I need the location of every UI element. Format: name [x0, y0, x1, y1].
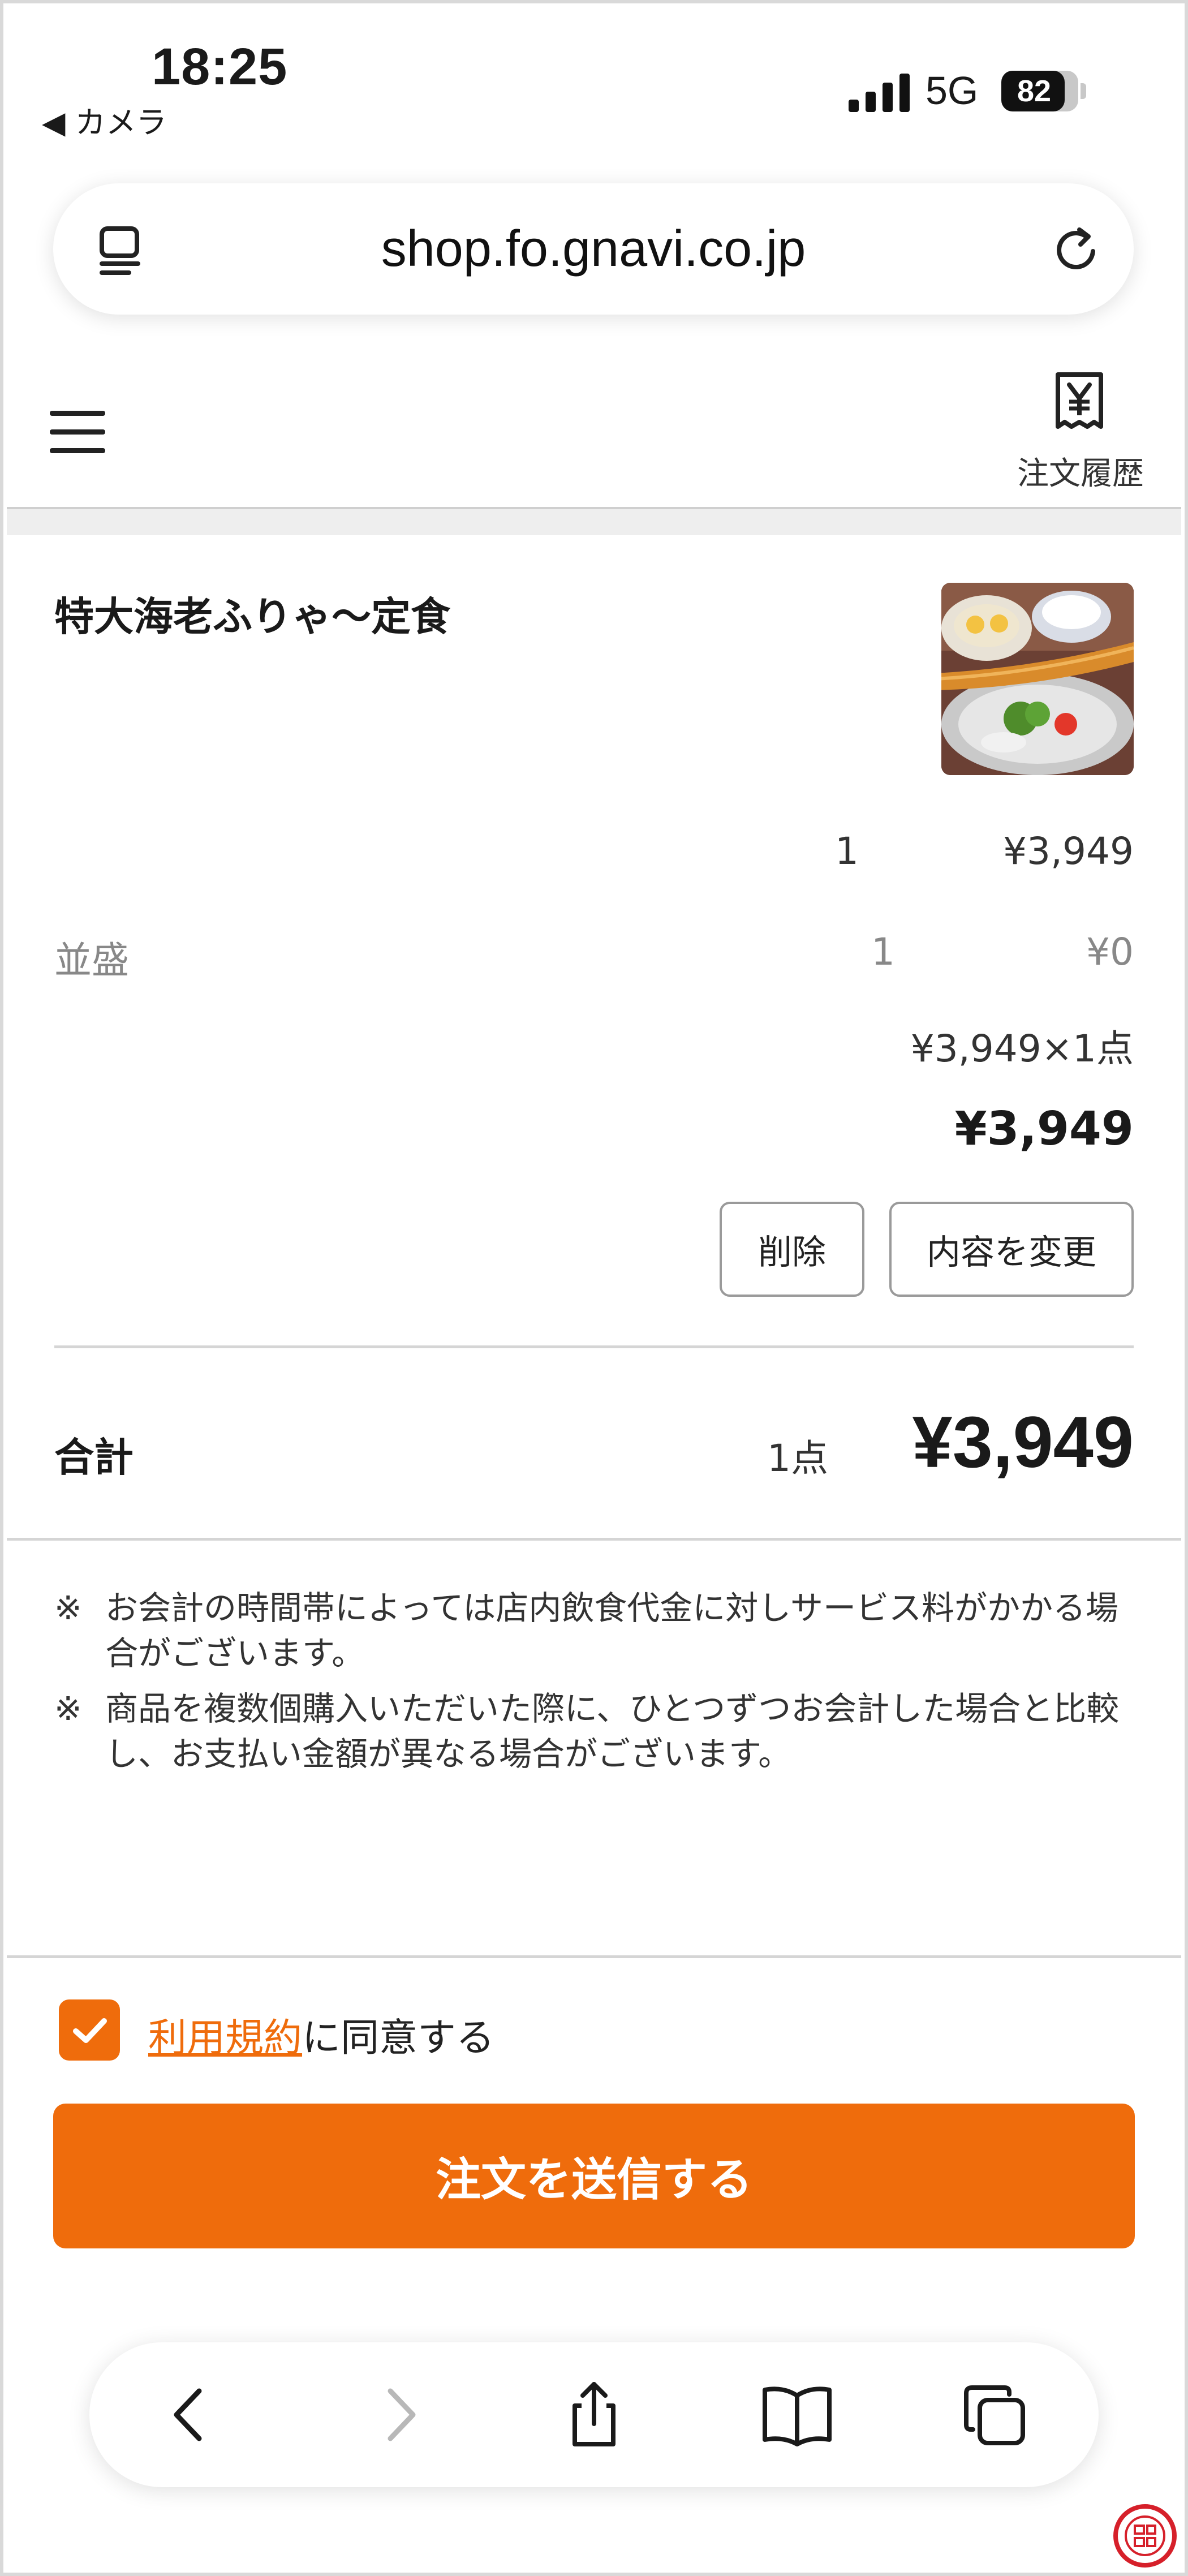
- battery-cap: [1081, 83, 1086, 99]
- status-time: 18:25: [152, 38, 288, 96]
- item-subtotal: ¥3,949: [954, 1102, 1134, 1156]
- option-quantity: 1: [871, 930, 895, 974]
- receipt-yen-icon: [1056, 372, 1103, 429]
- note-item: ※ お会計の時間帯によっては店内飲食代金に対しサービス料がかかる場合がございます…: [54, 1585, 1140, 1676]
- total-label: 合計: [54, 1434, 134, 1481]
- total-divider: [7, 1538, 1181, 1541]
- unit-price-line: ¥3,949×1点: [910, 1027, 1134, 1070]
- total-count: 1点: [767, 1437, 828, 1480]
- notes-divider: [7, 1955, 1181, 1958]
- reload-icon[interactable]: [1050, 223, 1104, 277]
- item-divider: [54, 1345, 1134, 1348]
- agree-label: 利用規約に同意する: [148, 2006, 494, 2062]
- option-label: 並盛: [54, 939, 129, 982]
- agree-suffix: に同意する: [302, 2016, 495, 2061]
- browser-toolbar: [89, 2342, 1099, 2487]
- option-price: ¥0: [1086, 930, 1134, 974]
- share-icon[interactable]: [560, 2381, 628, 2449]
- signal-strength-icon: [849, 74, 910, 112]
- hamburger-menu-icon[interactable]: [50, 411, 105, 454]
- item-price: ¥3,949: [1003, 829, 1134, 873]
- url-text: shop.fo.gnavi.co.jp: [381, 220, 806, 277]
- delete-button[interactable]: 削除: [720, 1202, 864, 1297]
- note-mark: ※: [54, 1689, 82, 1728]
- back-icon[interactable]: [157, 2381, 225, 2449]
- network-type: 5G: [926, 68, 979, 113]
- total-amount: ¥3,949: [912, 1402, 1134, 1483]
- note-text: お会計の時間帯によっては店内飲食代金に対しサービス料がかかる場合がございます。: [105, 1589, 1119, 1672]
- checkmark-icon: [73, 2018, 107, 2043]
- watermark-glyph: [1125, 2515, 1165, 2556]
- watermark-logo: [1113, 2504, 1177, 2568]
- address-bar[interactable]: shop.fo.gnavi.co.jp: [53, 183, 1134, 315]
- change-item-button[interactable]: 内容を変更: [889, 1202, 1134, 1297]
- item-name: 特大海老ふりゃ〜定食: [54, 594, 450, 640]
- food-photo-illustration: [941, 583, 1134, 775]
- submit-order-button[interactable]: 注文を送信する: [53, 2104, 1135, 2248]
- order-history-button[interactable]: 注文履歴: [996, 372, 1165, 502]
- forward-icon[interactable]: [364, 2381, 432, 2449]
- note-text: 商品を複数個購入いただいた際に、ひとつずつお会計した場合と比較し、お支払い金額が…: [105, 1689, 1120, 1773]
- battery-icon: 82: [1001, 71, 1078, 111]
- agree-checkbox[interactable]: [59, 1999, 120, 2061]
- battery-percent: 82: [1017, 74, 1052, 108]
- back-to-app-link[interactable]: ◀ カメラ: [42, 97, 167, 142]
- header-divider: [7, 507, 1181, 535]
- order-history-label: 注文履歴: [1017, 455, 1144, 492]
- item-photo: [941, 583, 1134, 775]
- terms-link[interactable]: 利用規約: [148, 2016, 302, 2061]
- tabs-icon[interactable]: [961, 2381, 1028, 2449]
- note-item: ※ 商品を複数個購入いただいた際に、ひとつずつお会計した場合と比較し、お支払い金…: [54, 1686, 1140, 1777]
- bookmarks-icon[interactable]: [760, 2381, 834, 2449]
- note-mark: ※: [54, 1589, 82, 1627]
- item-quantity: 1: [835, 829, 859, 873]
